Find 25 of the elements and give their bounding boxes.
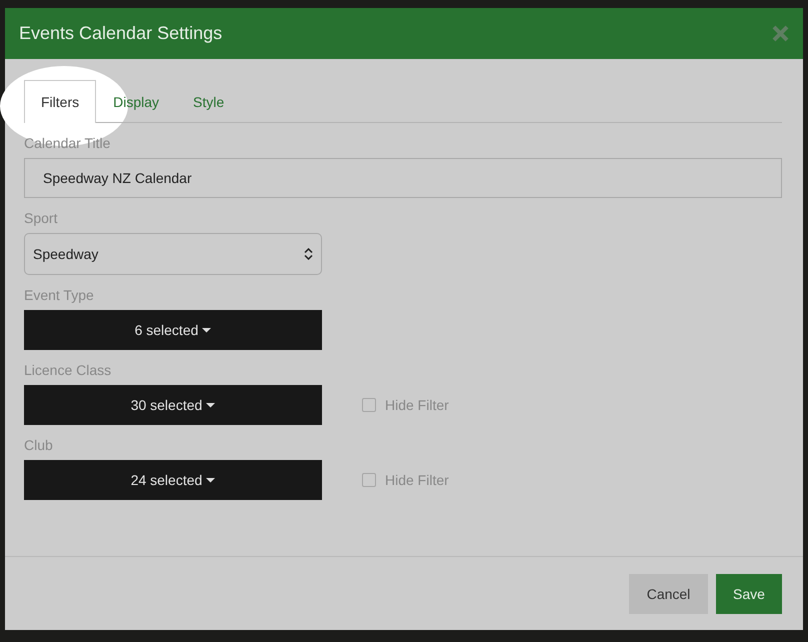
dialog-title: Events Calendar Settings: [19, 23, 222, 44]
caret-icon: [202, 328, 212, 332]
caret-icon: [206, 402, 216, 408]
tab[interactable]: Style: [176, 80, 242, 123]
caret-icon: [206, 478, 216, 482]
field-label: Sport: [24, 210, 58, 226]
checkbox-label: Hide Filter: [385, 397, 449, 413]
close-icon[interactable]: [772, 25, 789, 42]
multiselect-dropdown[interactable]: 24 selected: [24, 460, 322, 500]
multiselect-dropdown[interactable]: 30 selected: [24, 385, 322, 425]
field-label: Calendar Title: [24, 135, 112, 151]
tab[interactable]: Filters: [24, 80, 96, 123]
title-input-field[interactable]: Speedway NZ Calendar: [24, 158, 782, 198]
checkbox[interactable]: [362, 473, 376, 487]
save-button[interactable]: Save: [716, 574, 782, 614]
cancel-button[interactable]: Cancel: [629, 574, 708, 614]
sport-dropdown[interactable]: Speedway: [24, 233, 322, 275]
field-label: Event Type: [24, 287, 95, 303]
multiselect-dropdown[interactable]: 6 selected: [24, 310, 322, 350]
up-down-chevron-icon: [304, 248, 313, 260]
field-label: Licence Class: [24, 362, 112, 378]
field-label: Club: [24, 437, 54, 453]
checkbox[interactable]: [362, 398, 376, 412]
checkbox-label: Hide Filter: [385, 472, 449, 488]
tab[interactable]: Display: [96, 80, 176, 123]
